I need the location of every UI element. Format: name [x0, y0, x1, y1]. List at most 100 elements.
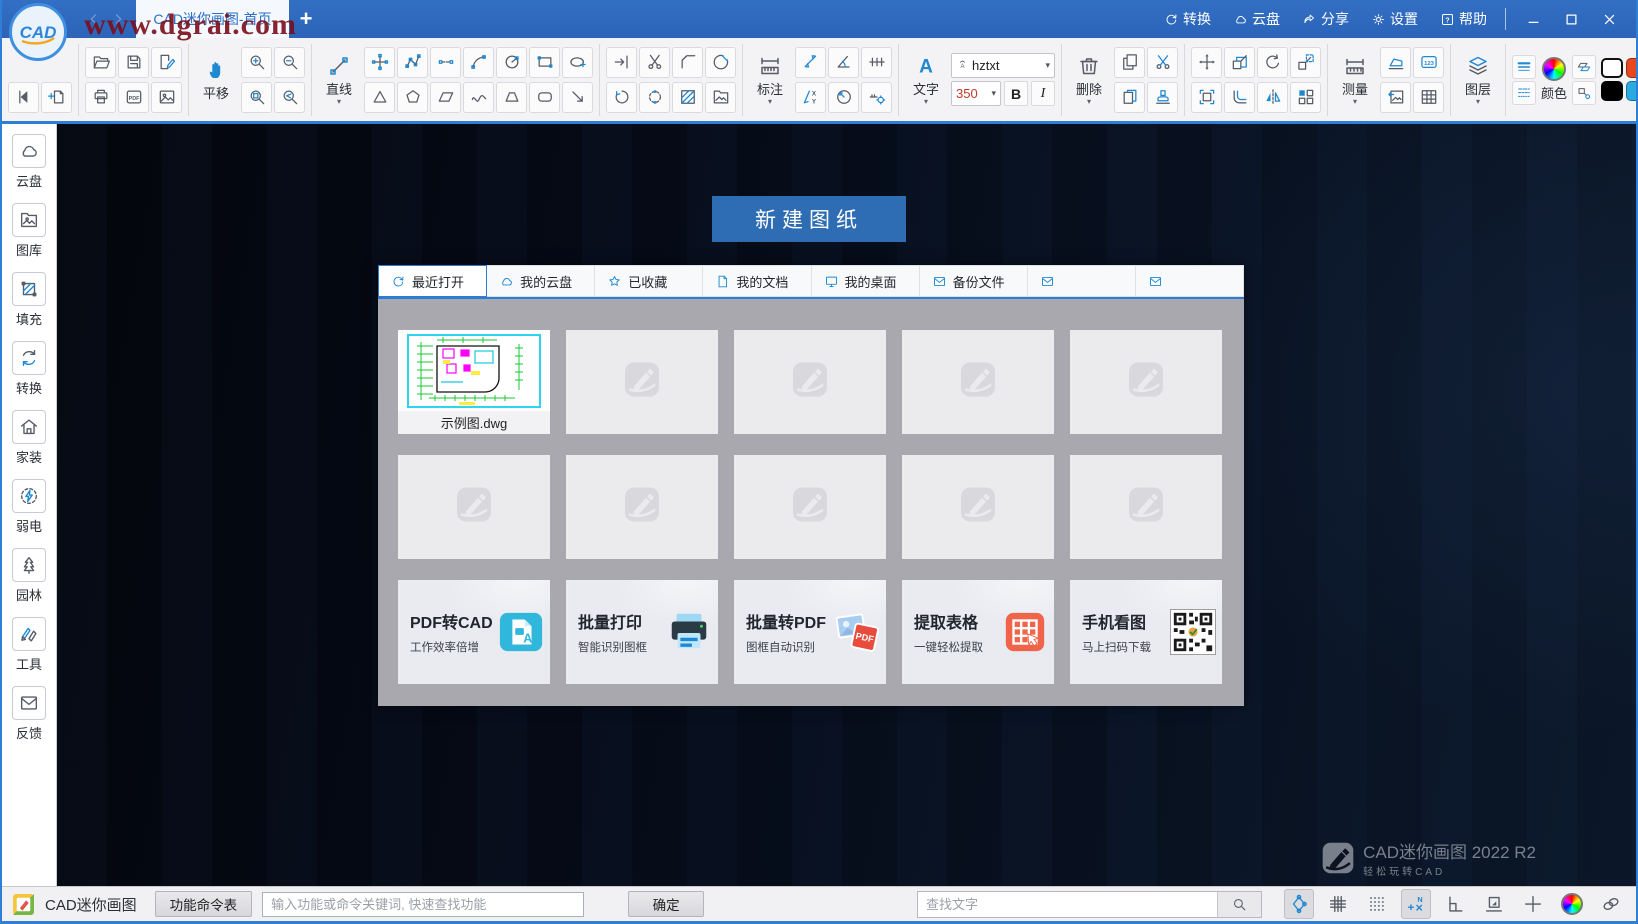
titlebar-action-转换[interactable]: 转换 [1156, 9, 1219, 29]
export-image-button[interactable] [151, 82, 182, 113]
maximize-button[interactable] [1554, 5, 1588, 33]
titlebar-action-帮助[interactable]: ?帮助 [1432, 9, 1495, 29]
stamp-button[interactable] [1147, 82, 1178, 113]
ellipse-button[interactable] [562, 47, 593, 78]
font-select[interactable]: Ahztxt▾ [951, 53, 1055, 78]
paste-button[interactable] [1114, 82, 1145, 113]
command-table-button[interactable]: 功能命令表 [155, 891, 253, 917]
move-button[interactable] [1191, 47, 1222, 78]
titlebar-action-云盘[interactable]: 云盘 [1225, 9, 1288, 29]
dim-settings-button[interactable] [861, 82, 892, 113]
color-swatch-#ffffff[interactable] [1601, 58, 1623, 78]
find-text-input[interactable] [918, 892, 1217, 917]
new-drawing-button[interactable]: 新建图纸 [712, 196, 906, 242]
tool-图层[interactable]: 图层▾ [1457, 54, 1499, 105]
home-tab[interactable]: CAD迷你画图-首页 [136, 0, 289, 38]
sidebar-item-反馈[interactable]: 反馈 [12, 686, 46, 742]
break-button[interactable] [705, 47, 736, 78]
file-cell-empty[interactable] [566, 455, 718, 559]
image-measure-button[interactable] [1380, 82, 1411, 113]
dotgrid-toggle[interactable] [1362, 889, 1392, 919]
offset-points-button[interactable] [430, 47, 461, 78]
open-button[interactable] [85, 47, 116, 78]
feature-card-手机看图[interactable]: 手机看图马上扫码下载 [1070, 580, 1222, 684]
dim-aligned-button[interactable] [795, 47, 826, 78]
close-button[interactable] [1592, 5, 1626, 33]
rectangle-button[interactable] [529, 47, 560, 78]
file-cell-empty[interactable] [398, 455, 550, 559]
feature-card-PDF转CAD[interactable]: PDF转CAD工作效率倍增A [398, 580, 550, 684]
point-button[interactable] [364, 47, 395, 78]
dyninput-toggle[interactable]: N [1401, 889, 1431, 919]
zoom-previous-button[interactable] [274, 82, 305, 113]
sidebar-item-工具[interactable]: 工具 [12, 617, 46, 673]
link-toggle[interactable] [1596, 889, 1626, 919]
files-tab-已收藏[interactable]: 已收藏 [595, 265, 703, 297]
file-cell-recent[interactable]: 示例图.dwg [398, 330, 550, 434]
files-tab-我的文档[interactable]: 我的文档 [703, 265, 811, 297]
feature-card-批量转PDF[interactable]: 批量转PDF图框自动识别PDF [734, 580, 886, 684]
drawing-canvas[interactable]: 新建图纸 最近打开我的云盘已收藏我的文档我的桌面备份文件 示例图.dwgPDF转… [57, 124, 1636, 886]
paper-toggle[interactable] [1479, 889, 1509, 919]
circle-button[interactable] [496, 47, 527, 78]
file-cell-empty[interactable] [1070, 330, 1222, 434]
cut-button[interactable] [1147, 47, 1178, 78]
spline-button[interactable] [463, 82, 494, 113]
offset-button[interactable] [1224, 82, 1255, 113]
color-swatch-#e8481e[interactable] [1626, 58, 1636, 78]
scale-button[interactable] [1224, 47, 1255, 78]
files-tab-备份文件[interactable]: 备份文件 [920, 265, 1028, 297]
dim-radius-button[interactable] [828, 82, 859, 113]
node-circle-button[interactable] [639, 82, 670, 113]
save-as-button[interactable] [151, 47, 182, 78]
match-props-button[interactable] [1572, 55, 1596, 79]
italic-button[interactable]: I [1031, 81, 1055, 106]
crosshair-toggle[interactable] [1518, 889, 1548, 919]
rotate-button[interactable] [1257, 47, 1288, 78]
sidebar-item-填充[interactable]: 填充 [12, 272, 46, 328]
frame-button[interactable] [1191, 82, 1222, 113]
files-tab-最近打开[interactable]: 最近打开 [378, 265, 487, 297]
sidebar-item-弱电[interactable]: 弱电 [12, 479, 46, 535]
text-size-select[interactable]: 350▾ [951, 81, 1001, 106]
tool-标注[interactable]: 标注▾ [749, 54, 791, 105]
chamfer-button[interactable] [672, 47, 703, 78]
zoom-window-button[interactable] [241, 82, 272, 113]
osnap-toggle[interactable] [1284, 889, 1314, 919]
array-button[interactable] [1290, 82, 1321, 113]
grid-toggle[interactable] [1323, 889, 1353, 919]
linewidth-button[interactable] [1512, 55, 1536, 79]
app-logo[interactable]: CAD [9, 3, 67, 61]
file-cell-empty[interactable] [734, 455, 886, 559]
polyline-button[interactable] [397, 47, 428, 78]
file-cell-empty[interactable] [566, 330, 718, 434]
arc-button[interactable] [463, 47, 494, 78]
triangle-button[interactable] [364, 82, 395, 113]
save-button[interactable] [118, 47, 149, 78]
colorwheel-toggle[interactable] [1557, 889, 1587, 919]
command-search-input[interactable] [262, 892, 584, 917]
color-wheel-button[interactable]: 颜色 [1541, 57, 1567, 102]
linetype-button[interactable] [1512, 81, 1536, 105]
titlebar-action-设置[interactable]: 设置 [1363, 9, 1426, 29]
files-tab-extra[interactable] [1028, 265, 1136, 297]
tool-直线[interactable]: 直线▾ [318, 54, 360, 105]
color-swatch-#29abe2[interactable] [1626, 81, 1636, 101]
bold-button[interactable]: B [1004, 81, 1028, 106]
new-drawing-button[interactable] [41, 82, 72, 113]
copy-button[interactable] [1114, 47, 1145, 78]
polygon-button[interactable] [397, 82, 428, 113]
titlebar-action-分享[interactable]: 分享 [1294, 9, 1357, 29]
new-tab-button[interactable]: + [289, 0, 323, 38]
ortho-toggle[interactable] [1440, 889, 1470, 919]
file-cell-empty[interactable] [902, 330, 1054, 434]
sidebar-item-家装[interactable]: 家装 [12, 410, 46, 466]
area-button[interactable] [1380, 47, 1411, 78]
minimize-button[interactable] [1516, 5, 1550, 33]
confirm-button[interactable]: 确定 [628, 891, 704, 917]
dim-angular-button[interactable] [828, 47, 859, 78]
files-tab-extra[interactable] [1136, 265, 1244, 297]
rounded-rect-button[interactable] [529, 82, 560, 113]
feature-card-提取表格[interactable]: 提取表格一键轻松提取 [902, 580, 1054, 684]
tool-测量[interactable]: 测量▾ [1334, 54, 1376, 105]
